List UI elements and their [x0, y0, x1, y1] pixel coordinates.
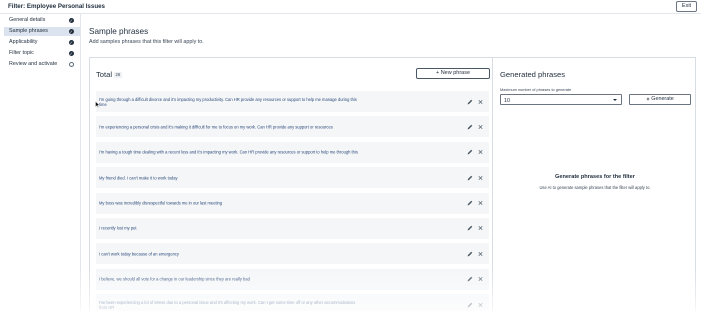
check-circle-icon: ✓ — [68, 50, 74, 57]
pencil-icon[interactable] — [467, 276, 473, 282]
phrase-row: I recently lost my pet — [96, 217, 489, 239]
generated-phrases-pane: Generated phrases Maximum number of phra… — [493, 58, 697, 311]
sidebar-item-applicability[interactable]: Applicability ✓ — [4, 38, 80, 47]
close-icon[interactable] — [478, 201, 483, 206]
phrase-list: I'm going through a difficult divorce an… — [96, 91, 489, 311]
chevron-down-icon — [613, 99, 617, 101]
phrase-row: My boss was incredibly disrespectful tow… — [96, 192, 489, 214]
exit-button[interactable]: Exit — [676, 1, 697, 12]
phrase-row: I'm experiencing a personal crisis and i… — [96, 116, 489, 138]
phrase-row: I've been experiencing a lot of stress d… — [96, 294, 489, 311]
new-phrase-button[interactable]: + New phrase — [416, 68, 490, 79]
phrase-text: My friend died. I can't make it to work … — [99, 175, 178, 181]
generate-label: Generate — [651, 96, 674, 102]
check-circle-icon: ✓ — [68, 28, 74, 35]
sidebar-item-review-and-activate[interactable]: Review and activate … — [4, 60, 80, 69]
phrase-text: I'm experiencing a personal crisis and i… — [99, 124, 333, 130]
sidebar-item-label: Review and activate — [9, 61, 58, 67]
phrase-text: My boss was incredibly disrespectful tow… — [99, 200, 223, 206]
generate-button[interactable]: Generate — [629, 94, 691, 105]
total-label: Total — [96, 70, 113, 79]
phrase-row: I can't work today because of an emergen… — [96, 243, 489, 265]
phrase-row: I believe, we should all vote for a chan… — [96, 268, 489, 290]
wizard-sidebar: General details ✓ Sample phrases ✓ Appli… — [0, 14, 81, 311]
sidebar-item-sample-phrases[interactable]: Sample phrases ✓ — [4, 27, 80, 36]
page-title: Sample phrases — [89, 27, 149, 36]
phrase-text: I'm going through a difficult divorce an… — [99, 96, 357, 107]
empty-state-description: Use AI to generate sample phrases that t… — [539, 185, 651, 190]
max-phrases-label: Maximum number of phrases to generate — [500, 87, 572, 92]
sidebar-item-label: Filter topic — [9, 50, 34, 56]
pencil-icon[interactable] — [467, 124, 473, 130]
phrase-row: My friend died. I can't make it to work … — [96, 167, 489, 189]
phrase-text: I've been experiencing a lot of stress d… — [99, 299, 356, 310]
sidebar-item-label: General details — [9, 17, 46, 23]
close-icon[interactable] — [478, 150, 483, 155]
close-icon[interactable] — [478, 99, 483, 104]
close-icon[interactable] — [478, 124, 483, 129]
page-subtitle: Add samples phrases that this filter wil… — [89, 39, 204, 45]
sidebar-item-label: Applicability — [9, 39, 38, 45]
phrase-text: I can't work today because of an emergen… — [99, 251, 179, 257]
pencil-icon[interactable] — [467, 251, 473, 257]
pencil-icon[interactable] — [467, 302, 473, 308]
phrases-list-pane: Total 26 + New phrase I'm going through … — [90, 58, 493, 311]
empty-state-title: Generate phrases for the filter — [555, 174, 635, 180]
mouse-cursor-icon — [95, 101, 100, 108]
phrase-row: I'm having a tough time dealing with a r… — [96, 141, 489, 163]
max-phrases-select[interactable]: 10 — [500, 94, 622, 105]
pencil-icon[interactable] — [467, 99, 473, 105]
check-circle-icon: ✓ — [68, 17, 74, 24]
pencil-icon[interactable] — [467, 200, 473, 206]
total-count-badge: 26 — [114, 71, 122, 78]
top-bar: Filter: Employee Personal Issues Exit — [0, 0, 701, 14]
phrase-text: I'm having a tough time dealing with a r… — [99, 149, 358, 155]
sparkle-icon — [646, 96, 651, 101]
phrase-row: I'm going through a difficult divorce an… — [96, 91, 489, 112]
max-phrases-value: 10 — [504, 97, 510, 104]
close-icon[interactable] — [478, 175, 483, 180]
pencil-icon[interactable] — [467, 149, 473, 155]
phrase-text: I believe, we should all vote for a chan… — [99, 276, 250, 282]
close-icon[interactable] — [478, 277, 483, 282]
sidebar-item-filter-topic[interactable]: Filter topic ✓ — [4, 49, 80, 58]
check-circle-icon: ✓ — [68, 39, 74, 46]
phrase-text: I recently lost my pet — [99, 225, 137, 231]
filter-title: Filter: Employee Personal Issues — [8, 3, 105, 10]
pending-circle-icon: … — [68, 61, 74, 68]
pencil-icon[interactable] — [467, 225, 473, 231]
close-icon[interactable] — [478, 226, 483, 231]
generated-phrases-title: Generated phrases — [500, 70, 566, 79]
close-icon[interactable] — [478, 251, 483, 256]
phrases-panel: Total 26 + New phrase I'm going through … — [89, 57, 696, 311]
sidebar-item-label: Sample phrases — [9, 28, 48, 34]
sidebar-item-general-details[interactable]: General details ✓ — [4, 16, 80, 25]
pencil-icon[interactable] — [467, 175, 473, 181]
close-icon[interactable] — [478, 302, 483, 307]
